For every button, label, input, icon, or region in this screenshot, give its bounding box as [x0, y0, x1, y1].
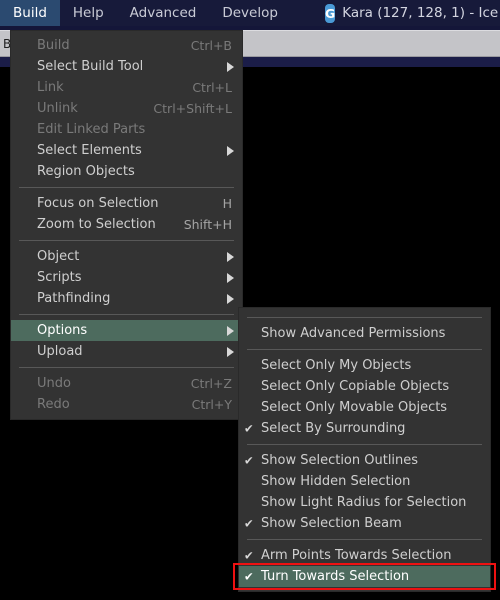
build-menu-item-label: Scripts — [37, 270, 82, 285]
build-menu-item-build: Build Ctrl+B — [11, 35, 242, 56]
build-menu-item-label: Pathfinding — [37, 291, 111, 306]
build-menu-item-label: Upload — [37, 344, 83, 359]
build-menu-item-select-elements[interactable]: Select Elements — [11, 140, 242, 161]
build-menu-item-edit-linked-parts: Edit Linked Parts — [11, 119, 242, 140]
options-submenu-item-label: Select Only My Objects — [261, 358, 412, 373]
menu-bar[interactable]: Build Help Advanced Develop G Kara (127, 12… — [0, 0, 500, 26]
checkmark-icon: ✔ — [244, 420, 254, 435]
build-menu-item-label: Select Build Tool — [37, 59, 144, 74]
build-menu-item-label: Zoom to Selection — [37, 217, 156, 232]
options-submenu-item-label: Arm Points Towards Selection — [261, 548, 452, 563]
options-submenu-item-select-only-my-objects[interactable]: Select Only My Objects — [239, 355, 490, 376]
options-submenu-separator — [247, 444, 482, 445]
options-submenu-separator — [247, 349, 482, 350]
options-submenu-item-label: Turn Towards Selection — [261, 569, 410, 584]
menubar-item-build[interactable]: Build — [0, 0, 60, 26]
build-menu-item-select-build-tool[interactable]: Select Build Tool — [11, 56, 242, 77]
build-menu-item-label: Redo — [37, 397, 70, 412]
build-menu-item-label: Focus on Selection — [37, 196, 159, 211]
submenu-arrow-icon — [227, 325, 234, 336]
options-submenu-separator — [247, 539, 482, 540]
options-submenu-item-label: Show Light Radius for Selection — [261, 495, 467, 510]
options-submenu-item-label: Select Only Copiable Objects — [261, 379, 450, 394]
options-submenu-item-label: Select By Surrounding — [261, 421, 406, 436]
menubar-item-develop[interactable]: Develop — [209, 0, 291, 26]
build-menu-item-options[interactable]: Options — [11, 320, 242, 341]
checkmark-icon: ✔ — [244, 547, 254, 562]
options-submenu-item-show-advanced-permissions[interactable]: Show Advanced Permissions — [239, 323, 490, 344]
build-menu-item-shortcut: Shift+H — [183, 217, 232, 232]
build-menu-item-label: Unlink — [37, 101, 78, 116]
build-menu-item-region-objects[interactable]: Region Objects — [11, 161, 242, 182]
checkmark-icon: ✔ — [244, 452, 254, 467]
build-menu-item-label: Region Objects — [37, 164, 135, 179]
build-menu-item-focus-on-selection[interactable]: Focus on Selection H — [11, 193, 242, 214]
build-menu-item-shortcut: Ctrl+Shift+L — [153, 101, 232, 116]
options-submenu-item-arm-points-towards-selection[interactable]: ✔ Arm Points Towards Selection — [239, 545, 490, 566]
submenu-arrow-icon — [227, 61, 234, 72]
options-submenu-item-label: Show Selection Beam — [261, 516, 402, 531]
build-menu-item-label: Select Elements — [37, 143, 142, 158]
build-menu-separator — [19, 314, 234, 315]
build-menu-item-label: Undo — [37, 376, 71, 391]
build-menu-separator — [19, 367, 234, 368]
submenu-arrow-icon — [227, 145, 234, 156]
submenu-arrow-icon — [227, 293, 234, 304]
options-submenu-item-show-selection-outlines[interactable]: ✔ Show Selection Outlines — [239, 450, 490, 471]
submenu-arrow-icon — [227, 346, 234, 357]
build-menu-item-upload[interactable]: Upload — [11, 341, 242, 362]
checkmark-icon: ✔ — [244, 515, 254, 530]
build-menu-item-pathfinding[interactable]: Pathfinding — [11, 288, 242, 309]
build-menu-item-undo: Undo Ctrl+Z — [11, 373, 242, 394]
checkmark-icon: ✔ — [244, 568, 254, 583]
grid-badge-icon: G — [324, 3, 336, 23]
build-menu-item-shortcut: Ctrl+Y — [191, 397, 232, 412]
build-menu-item-unlink: Unlink Ctrl+Shift+L — [11, 98, 242, 119]
submenu-arrow-icon — [227, 251, 234, 262]
build-menu-item-shortcut: H — [222, 196, 232, 211]
build-menu-item-label: Object — [37, 249, 80, 264]
build-menu-item-label: Options — [37, 323, 88, 338]
options-submenu-item-select-only-copiable-objects[interactable]: Select Only Copiable Objects — [239, 376, 490, 397]
options-submenu-item-label: Show Hidden Selection — [261, 474, 411, 489]
build-menu-item-zoom-to-selection[interactable]: Zoom to Selection Shift+H — [11, 214, 242, 235]
submenu-arrow-icon — [227, 272, 234, 283]
build-menu[interactable]: Build Ctrl+B Select Build Tool Link Ctrl+L Un… — [10, 30, 243, 420]
options-submenu[interactable]: Show Advanced Permissions Select Only My … — [238, 307, 491, 592]
options-submenu-item-select-by-surrounding[interactable]: ✔ Select By Surrounding — [239, 418, 490, 439]
build-menu-item-redo: Redo Ctrl+Y — [11, 394, 242, 415]
build-menu-item-shortcut: Ctrl+L — [192, 80, 232, 95]
build-menu-item-object[interactable]: Object — [11, 246, 242, 267]
build-menu-item-label: Edit Linked Parts — [37, 122, 146, 137]
options-submenu-item-turn-towards-selection[interactable]: ✔ Turn Towards Selection — [239, 566, 490, 587]
build-menu-separator — [19, 187, 234, 188]
options-submenu-item-label: Select Only Movable Objects — [261, 400, 448, 415]
build-menu-item-scripts[interactable]: Scripts — [11, 267, 242, 288]
options-submenu-item-show-hidden-selection[interactable]: Show Hidden Selection — [239, 471, 490, 492]
session-title: Kara (127, 128, 1) - Ice Bay — [342, 5, 500, 21]
build-menu-item-shortcut: Ctrl+B — [190, 38, 232, 53]
options-submenu-item-select-only-movable-objects[interactable]: Select Only Movable Objects — [239, 397, 490, 418]
menubar-item-advanced[interactable]: Advanced — [117, 0, 210, 26]
build-menu-item-shortcut: Ctrl+Z — [190, 376, 232, 391]
build-menu-item-label: Link — [37, 80, 64, 95]
build-menu-separator — [19, 240, 234, 241]
options-submenu-item-show-selection-beam[interactable]: ✔ Show Selection Beam — [239, 513, 490, 534]
menubar-item-help[interactable]: Help — [60, 0, 117, 26]
options-submenu-item-show-light-radius-for-selection[interactable]: Show Light Radius for Selection — [239, 492, 490, 513]
options-submenu-item-label: Show Selection Outlines — [261, 453, 419, 468]
options-submenu-item-label: Show Advanced Permissions — [261, 326, 446, 341]
build-menu-item-label: Build — [37, 38, 70, 53]
build-menu-item-link: Link Ctrl+L — [11, 77, 242, 98]
app-window: Ba BuildHelpAdvancedDevelop G Kara (127,… — [0, 0, 500, 600]
options-submenu-separator — [247, 317, 482, 318]
